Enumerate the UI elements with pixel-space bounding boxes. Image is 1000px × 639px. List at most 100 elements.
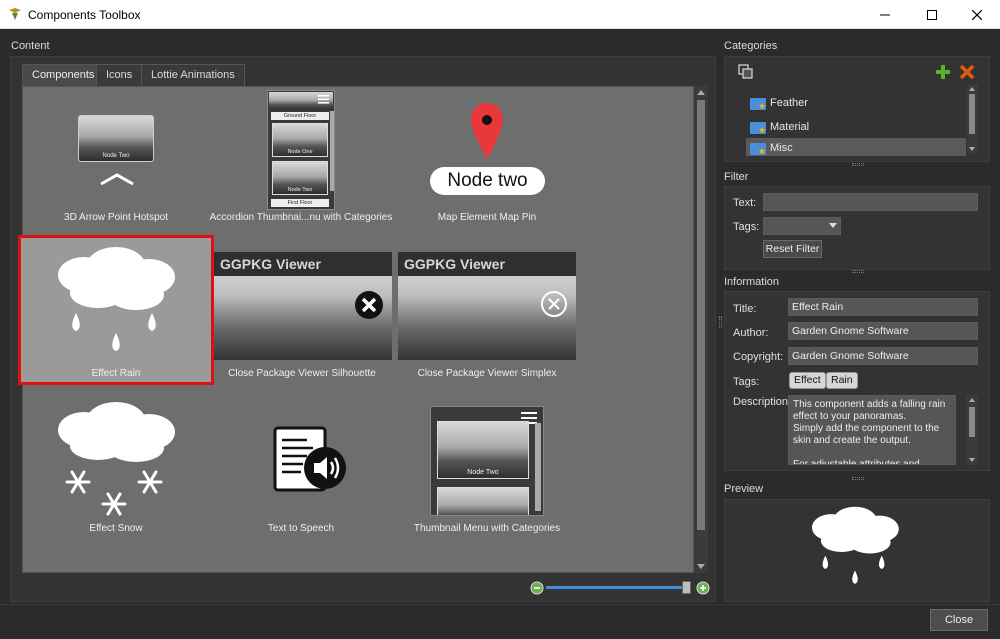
filter-tags-label: Tags: (733, 221, 760, 233)
item-caption: Text to Speech (267, 523, 335, 534)
item-caption: Effect Snow (89, 523, 143, 534)
resize-grip[interactable] (852, 163, 864, 166)
info-title-field[interactable]: Effect Rain (788, 298, 978, 316)
zoom-slider[interactable] (530, 580, 710, 596)
scroll-up-arrow-icon[interactable] (697, 90, 705, 95)
close-circle-filled-icon (355, 291, 383, 319)
zoom-track (546, 586, 684, 589)
reset-filter-button[interactable]: Reset Filter (763, 240, 822, 258)
scroll-down-arrow-icon[interactable] (969, 147, 975, 151)
info-title-label: Title: (733, 303, 757, 315)
item-caption: Map Element Map Pin (437, 212, 537, 223)
resize-grip[interactable] (852, 270, 864, 273)
node-one-label: Node One (287, 149, 313, 155)
ggpkg-viewer-thumbnail: GGPKG Viewer (214, 252, 392, 360)
info-copyright-field[interactable]: Garden Gnome Software (788, 347, 978, 365)
item-caption: Close Package Viewer Silhouette (228, 368, 376, 379)
categories-scrollbar[interactable] (967, 84, 978, 154)
maximize-icon (927, 9, 937, 20)
tab-icons[interactable]: Icons (96, 64, 143, 86)
scrollbar-thumb[interactable] (697, 100, 705, 530)
first-floor-label: First Floor (271, 199, 329, 207)
item-caption: Accordion Thumbnai...nu with Categories (209, 212, 393, 223)
filter-tags-dropdown[interactable] (763, 217, 841, 235)
component-item-accordion-menu[interactable]: Ground Floor Node One Node Two First Flo… (207, 90, 395, 230)
zoom-in-icon[interactable] (696, 581, 710, 595)
component-item-text-to-speech[interactable]: Text to Speech (207, 398, 395, 538)
minimize-icon (880, 14, 890, 15)
add-category-icon[interactable] (935, 64, 951, 80)
copy-category-icon[interactable] (738, 64, 754, 80)
component-item-map-pin[interactable]: Node two Map Element Map Pin (393, 90, 581, 230)
chevron-up-icon (100, 173, 134, 186)
hamburger-menu-icon (318, 95, 329, 104)
grid-scrollbar[interactable] (694, 86, 708, 573)
ggpkg-viewer-title: GGPKG Viewer (214, 252, 392, 276)
info-description-label: Description: (733, 396, 792, 408)
hotspot-thumbnail: Node Two (78, 115, 154, 162)
filter-text-input[interactable] (763, 193, 978, 211)
info-description-text[interactable]: This component adds a falling rain effec… (788, 395, 956, 465)
tag-rain[interactable]: Rain (826, 372, 858, 389)
window-title: Components Toolbox (28, 8, 141, 22)
categories-list: ★ Feather ★ Material ★ Misc (740, 88, 968, 156)
item-caption: Close Package Viewer Simplex (417, 368, 557, 379)
rain-cloud-preview-icon (811, 506, 899, 584)
tab-lottie-animations[interactable]: Lottie Animations (141, 64, 245, 86)
component-item-effect-snow[interactable]: Effect Snow (22, 398, 210, 538)
category-item-feather[interactable]: ★ Feather (746, 93, 966, 113)
close-circle-outline-icon (541, 291, 567, 317)
text-to-speech-icon (273, 426, 346, 492)
categories-label: Categories (724, 40, 778, 52)
filter-text-label: Text: (733, 197, 757, 209)
scroll-down-arrow-icon[interactable] (697, 564, 705, 569)
delete-category-icon[interactable] (959, 64, 975, 80)
item-caption: Thumbnail Menu with Categories (413, 523, 561, 534)
description-scrollbar[interactable] (966, 395, 978, 465)
scroll-up-arrow-icon[interactable] (969, 398, 975, 402)
close-icon (972, 9, 982, 20)
component-item-close-silhouette[interactable]: GGPKG Viewer Close Package Viewer Silhou… (212, 252, 392, 382)
ggpkg-viewer-thumbnail: GGPKG Viewer (398, 252, 576, 360)
splitter-grip[interactable] (719, 316, 722, 328)
node-two-label: Node Two (102, 153, 130, 159)
folder-icon: ★ (750, 122, 766, 135)
category-item-material[interactable]: ★ Material (746, 117, 966, 137)
window-close-button[interactable] (954, 0, 1000, 29)
info-author-field[interactable]: Garden Gnome Software (788, 322, 978, 340)
rain-cloud-icon (58, 247, 175, 351)
title-bar: Components Toolbox (0, 0, 1000, 29)
map-pin-label: Node two (430, 167, 545, 195)
component-item-3d-arrow-hotspot[interactable]: Node Two 3D Arrow Point Hotspot (22, 90, 210, 230)
accordion-thumbnail: Ground Floor Node One Node Two First Flo… (267, 90, 335, 210)
component-item-thumbnail-menu[interactable]: Node Two Thumbnail Menu with Categories (393, 398, 581, 538)
scroll-down-arrow-icon[interactable] (969, 458, 975, 462)
thumbnail-menu-preview: Node Two (430, 406, 544, 516)
component-item-effect-rain[interactable]: Effect Rain (22, 240, 210, 380)
map-pin-icon (471, 103, 503, 159)
scroll-up-arrow-icon[interactable] (969, 87, 975, 91)
scrollbar-thumb[interactable] (969, 94, 975, 134)
scrollbar-thumb[interactable] (969, 407, 975, 437)
info-tags-label: Tags: (733, 376, 760, 388)
tab-components[interactable]: Components (22, 64, 105, 87)
component-item-close-simplex[interactable]: GGPKG Viewer Close Package Viewer Simple… (396, 252, 578, 382)
category-item-misc[interactable]: ★ Misc (746, 138, 966, 156)
app-logo-icon (9, 8, 21, 20)
maximize-button[interactable] (909, 0, 955, 29)
ground-floor-label: Ground Floor (271, 112, 329, 120)
zoom-handle[interactable] (682, 581, 691, 594)
zoom-out-icon[interactable] (530, 581, 544, 595)
node-two-label: Node Two (467, 469, 499, 476)
tag-effect[interactable]: Effect (789, 372, 826, 389)
close-button[interactable]: Close (930, 609, 988, 631)
resize-grip[interactable] (852, 477, 864, 480)
info-author-label: Author: (733, 327, 769, 339)
chevron-down-icon (829, 223, 837, 228)
node-two-label: Node Two (287, 187, 313, 193)
minimize-button[interactable] (862, 0, 908, 29)
information-label: Information (724, 276, 780, 288)
folder-icon: ★ (750, 98, 766, 111)
filter-label: Filter (724, 171, 749, 183)
preview-panel (724, 499, 990, 602)
